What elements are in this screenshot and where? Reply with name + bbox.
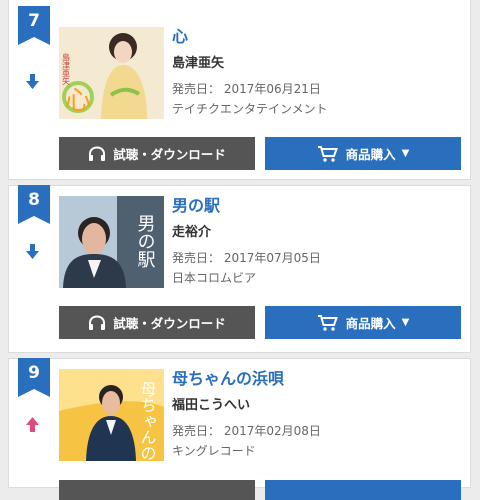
listen-download-button[interactable]: 試聴・ダウンロード (59, 306, 255, 339)
record-label: キングレコード (172, 444, 256, 458)
svg-text:島津亜矢: 島津亜矢 (62, 52, 71, 86)
headphones-icon (89, 145, 106, 161)
listen-download-button[interactable]: 試聴・ダウンロード (59, 137, 255, 170)
ranking-card: 8 男の駅 男の駅 走裕介 発売日： 2017年07月05日 日本コロムビア 試… (8, 185, 471, 353)
buy-button[interactable] (265, 480, 461, 500)
song-title[interactable]: 母ちゃんの浜唄 (172, 365, 284, 389)
trend-down-icon (24, 243, 41, 260)
artist-name: 走裕介 (172, 225, 212, 240)
buy-button[interactable]: 商品購入 ▼ (265, 306, 461, 339)
chevron-down-icon: ▼ (401, 148, 410, 159)
chevron-down-icon: ▼ (401, 317, 410, 328)
rank-badge: 8 (18, 185, 50, 224)
song-title[interactable]: 心 (172, 23, 188, 47)
cart-icon (317, 314, 338, 331)
record-label: テイチクエンタテインメント (172, 102, 328, 116)
listen-download-button[interactable] (59, 480, 255, 500)
buy-button[interactable]: 商品購入 ▼ (265, 137, 461, 170)
release-date: 発売日： 2017年02月08日 (172, 424, 321, 438)
album-cover[interactable]: 男の駅 (59, 196, 164, 288)
svg-text:母ちゃんの浜唄: 母ちゃんの浜唄 (138, 381, 157, 461)
headphones-icon (89, 314, 106, 330)
ranking-card: 9 母ちゃんの浜唄 母ちゃんの浜唄 福田こうへい 発売日： 2017年02月08… (8, 358, 471, 500)
rank-badge: 9 (18, 358, 50, 397)
record-label: 日本コロムビア (172, 271, 257, 285)
album-cover[interactable]: 島津亜矢 心 (59, 27, 164, 119)
release-date: 発売日： 2017年06月21日 (172, 82, 321, 96)
cart-icon (317, 145, 338, 162)
svg-text:心: 心 (65, 86, 91, 116)
artist-name: 福田こうへい (172, 398, 251, 413)
album-cover[interactable]: 母ちゃんの浜唄 (59, 369, 164, 461)
trend-up-icon (24, 416, 41, 433)
release-date: 発売日： 2017年07月05日 (172, 251, 321, 265)
trend-down-icon (24, 73, 41, 90)
ranking-card: 7 島津亜矢 心 心 島津亜矢 発売日： 2017年06月21日 テイチクエンタ… (8, 0, 471, 180)
svg-text:男の駅: 男の駅 (135, 214, 156, 269)
song-title[interactable]: 男の駅 (172, 192, 220, 216)
artist-name: 島津亜矢 (172, 56, 225, 71)
rank-badge: 7 (18, 6, 50, 45)
